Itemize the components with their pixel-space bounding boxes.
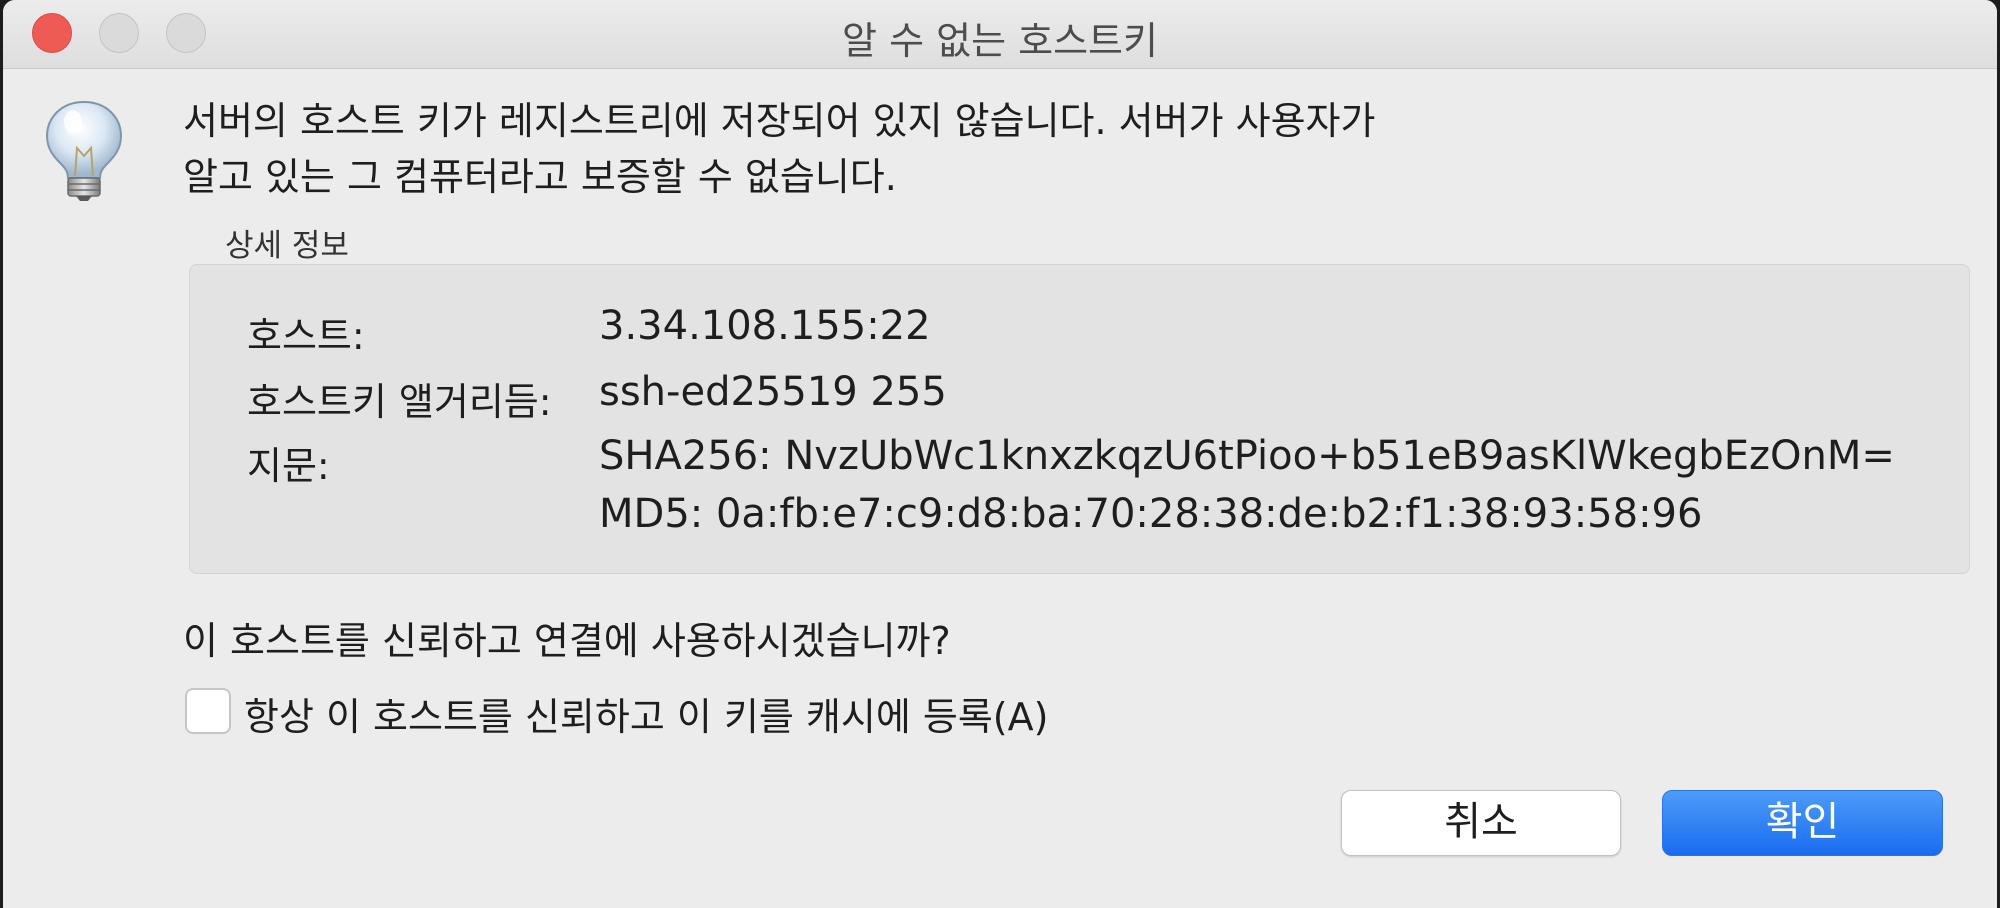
always-trust-checkbox-label[interactable]: 항상 이 호스트를 신뢰하고 이 키를 캐시에 등록(A) xyxy=(244,686,1048,741)
window-title: 알 수 없는 호스트키 xyxy=(842,19,1158,63)
host-key-dialog: 알 수 없는 호스트키 서버의 호스트 키가 레지스트리에 저장되어 있지 않습… xyxy=(3,0,1997,908)
details-box: 호스트: 3.34.108.155:22 호스트키 앨거리듬: ssh-ed25… xyxy=(189,264,1970,574)
details-group-label: 상세 정보 xyxy=(225,228,349,264)
cancel-button[interactable]: 취소 xyxy=(1341,790,1621,856)
host-label: 호스트: xyxy=(247,314,365,358)
message-line-2: 알고 있는 그 컴퓨터라고 보증할 수 없습니다. xyxy=(183,155,897,199)
message-line-1: 서버의 호스트 키가 레지스트리에 저장되어 있지 않습니다. 서버가 사용자가 xyxy=(183,99,1376,143)
algorithm-value: ssh-ed25519 255 xyxy=(599,369,947,415)
trust-question: 이 호스트를 신뢰하고 연결에 사용하시겠습니까? xyxy=(183,619,951,663)
always-trust-checkbox[interactable] xyxy=(185,688,231,734)
fingerprint-md5: MD5: 0a:fb:e7:c9:d8:ba:70:28:38:de:b2:f1… xyxy=(599,491,1703,537)
fingerprint-label: 지문: xyxy=(247,444,330,488)
host-value: 3.34.108.155:22 xyxy=(599,303,931,349)
algorithm-label: 호스트키 앨거리듬: xyxy=(247,380,552,424)
ok-button[interactable]: 확인 xyxy=(1662,790,1943,856)
title-bar: 알 수 없는 호스트키 xyxy=(3,0,1997,69)
dialog-message: 서버의 호스트 키가 레지스트리에 저장되어 있지 않습니다. 서버가 사용자가… xyxy=(183,93,1583,205)
lightbulb-icon xyxy=(45,100,123,201)
fingerprint-sha256: SHA256: NvzUbWc1knxzkqzU6tPioo+b51eB9asK… xyxy=(599,433,1895,479)
